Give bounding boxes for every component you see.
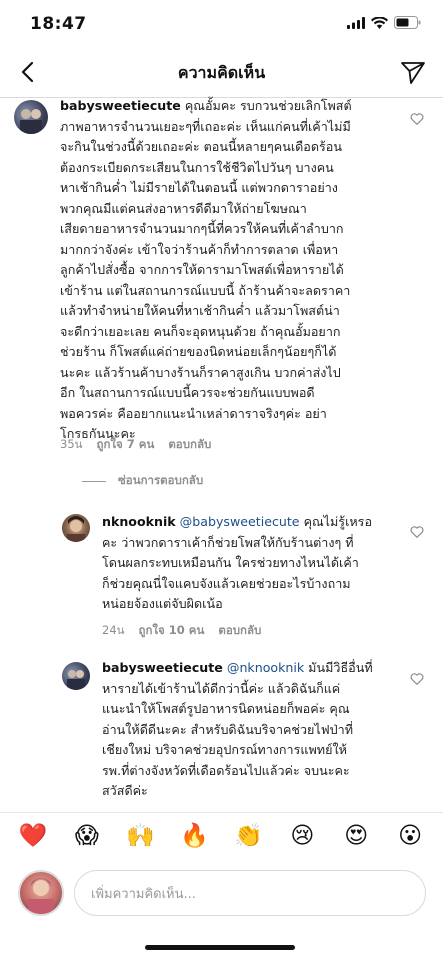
comment-username[interactable]: babysweetiecute (102, 660, 223, 675)
comment-body: babysweetiecute @nknooknik มันมีวิธีอื่น… (102, 658, 407, 802)
my-avatar (18, 870, 64, 916)
heart-icon[interactable] (410, 525, 424, 539)
hide-replies-button[interactable]: ซ่อนการตอบกลับ (82, 472, 203, 490)
comment-time: 35น (60, 437, 83, 451)
send-icon[interactable] (399, 58, 427, 86)
battery-icon (394, 16, 421, 29)
comment-2: nknooknik @babysweetiecute คุณไม่รู้เหรอ… (102, 512, 407, 615)
comment-body: babysweetiecute คุณอั้มคะ รบกวนช่วยเลิกโ… (60, 96, 405, 445)
comment-time: 24น (102, 623, 125, 637)
emoji-heart-button[interactable]: ❤️ (16, 822, 50, 849)
emoji-heart-eyes-button[interactable]: 😍 (339, 823, 373, 849)
page-title: ความคิดเห็น (177, 63, 266, 82)
emoji-cry-button[interactable]: 😢 (285, 823, 319, 849)
comment-3: babysweetiecute @nknooknik มันมีวิธีอื่น… (102, 658, 407, 802)
emoji-clap-button[interactable]: 👏 (231, 822, 265, 849)
emoji-fire-button[interactable]: 🔥 (178, 822, 212, 849)
status-time: 18:47 (30, 14, 87, 34)
comment-username[interactable]: nknooknik (102, 514, 176, 529)
avatar[interactable] (62, 662, 90, 690)
avatar[interactable] (14, 100, 48, 134)
comment-username[interactable]: babysweetiecute (60, 98, 181, 113)
emoji-surprised-button[interactable]: 😮 (393, 823, 427, 849)
emoji-quick-bar: ❤️ 😱 🙌 🔥 👏 😢 😍 😮 (0, 812, 443, 858)
comment-likes[interactable]: ถูกใจ 7 คน (97, 436, 155, 454)
status-icons (347, 16, 421, 29)
nav-bar: ความคิดเห็น (0, 48, 443, 98)
comment-meta: 35น ถูกใจ 7 คน ตอบกลับ (60, 436, 211, 454)
comment-input[interactable]: เพิ่มความคิดเห็น... (74, 870, 426, 916)
emoji-raised-hands-button[interactable]: 🙌 (124, 822, 158, 849)
status-bar: 18:47 (0, 0, 443, 48)
comment-1: babysweetiecute คุณอั้มคะ รบกวนช่วยเลิกโ… (60, 96, 405, 445)
comment-input-row: เพิ่มความคิดเห็น... (0, 858, 443, 926)
avatar[interactable] (62, 514, 90, 542)
reply-button[interactable]: ตอบกลับ (218, 622, 261, 640)
divider (82, 480, 106, 482)
cellular-signal-icon (347, 16, 365, 29)
reply-button[interactable]: ตอบกลับ (168, 436, 211, 454)
comment-mention[interactable]: @nknooknik (227, 660, 304, 675)
heart-icon[interactable] (410, 112, 424, 126)
comment-text: มันมีวิธีอื่นที่ หารายได้เข้าร้านได้ดีกว… (102, 660, 373, 798)
comment-mention[interactable]: @babysweetiecute (180, 514, 300, 529)
comment-text: คุณอั้มคะ รบกวนช่วยเลิกโพสต์ ภาพอาหารจำน… (60, 98, 352, 441)
wifi-icon (371, 16, 388, 29)
emoji-scream-button[interactable]: 😱 (70, 823, 104, 849)
hide-replies-label: ซ่อนการตอบกลับ (118, 473, 204, 487)
comment-meta: 24น ถูกใจ 10 คน ตอบกลับ (102, 622, 261, 640)
comment-likes[interactable]: ถูกใจ 10 คน (139, 622, 205, 640)
home-indicator[interactable] (145, 945, 295, 950)
heart-icon[interactable] (410, 672, 424, 686)
comment-body: nknooknik @babysweetiecute คุณไม่รู้เหรอ… (102, 512, 407, 615)
